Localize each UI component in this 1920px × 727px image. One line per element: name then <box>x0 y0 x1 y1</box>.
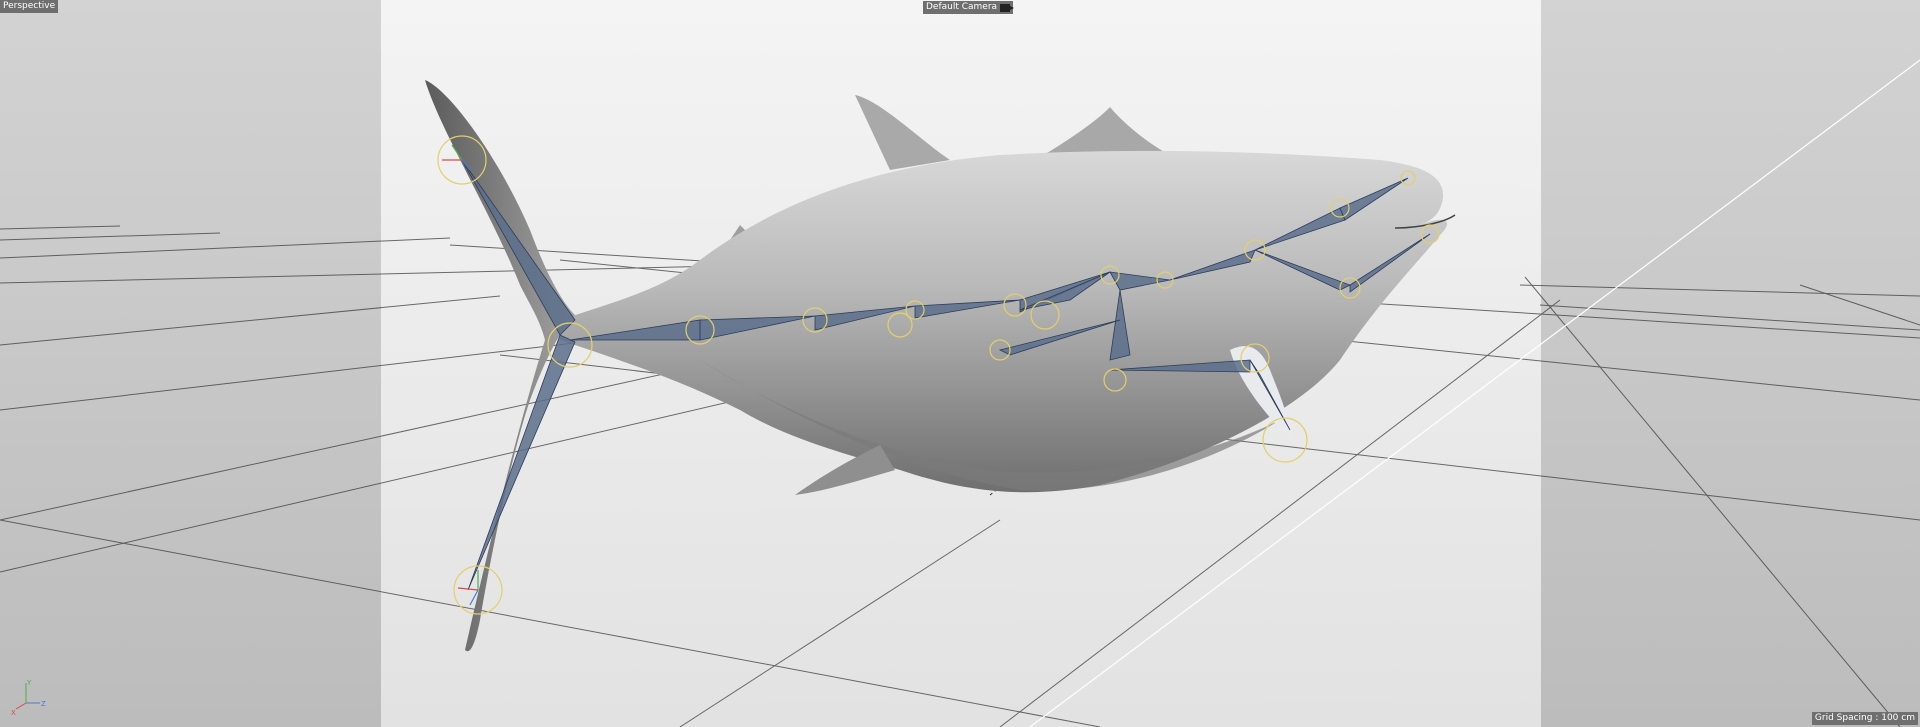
view-name-label[interactable]: Perspective <box>0 0 59 13</box>
camera-icon <box>1000 3 1015 12</box>
axis-z-label: Z <box>41 700 46 708</box>
camera-name-label: Default Camera <box>926 2 998 12</box>
axis-x-label: X <box>11 709 16 717</box>
world-axis-gizmo: Y Z X <box>11 679 46 717</box>
joint-axes <box>442 144 479 606</box>
perspective-viewport[interactable]: Perspective Default Camera Grid Spacing … <box>0 0 1920 727</box>
grid-spacing-label: Grid Spacing : 100 cm <box>1811 712 1918 725</box>
tuna-mesh[interactable] <box>425 80 1456 652</box>
dorsal-fin-front <box>855 95 950 170</box>
bone-tail-lower <box>467 334 576 591</box>
bone-tail-upper <box>461 159 576 336</box>
camera-menu[interactable]: Default Camera <box>923 1 1015 14</box>
axis-y-label: Y <box>26 679 32 687</box>
viewport-scene[interactable] <box>0 0 1920 727</box>
